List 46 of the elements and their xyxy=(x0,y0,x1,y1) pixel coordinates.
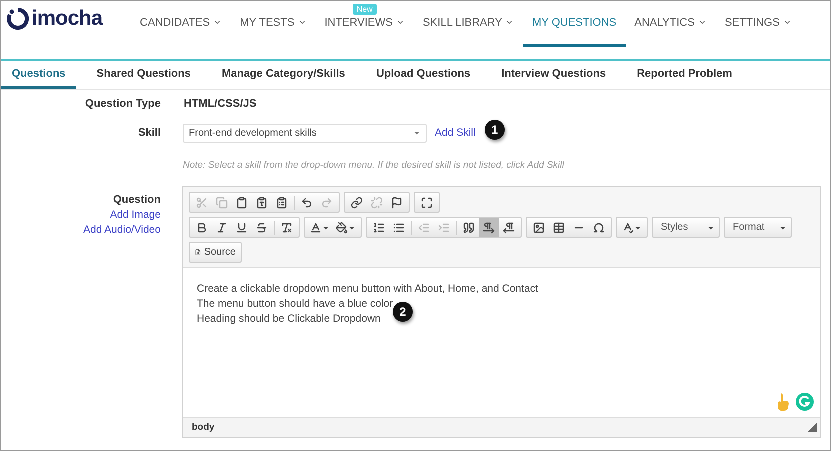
tab[interactable]: Upload Questions xyxy=(365,61,481,89)
format-dropdown[interactable]: Format xyxy=(724,217,792,238)
logo-icon xyxy=(7,8,29,30)
callout-marker: 1 xyxy=(484,120,505,140)
add-media-link[interactable]: Add Image xyxy=(110,209,161,221)
question-text: Create a clickable dropdown menu button with About, Home, and Contact xyxy=(197,283,540,295)
add-media-link[interactable]: Add Audio/Video xyxy=(84,224,161,236)
nav-item[interactable]: New INTERVIEWS xyxy=(316,1,414,47)
tab[interactable]: Manage Category/Skills xyxy=(210,61,356,89)
pointing-hand-icon xyxy=(776,393,790,411)
question-type-value: HTML/CSS/JS xyxy=(184,98,257,110)
nav-item[interactable]: CANDIDATES xyxy=(131,1,232,47)
question-text: Heading should be Clickable Dropdown xyxy=(197,313,382,325)
caret-icon xyxy=(413,129,421,137)
nav-item[interactable]: SETTINGS xyxy=(716,1,801,47)
chevron-down-icon xyxy=(298,18,307,27)
nav-item[interactable]: ANALYTICS xyxy=(626,1,716,47)
nav-item[interactable]: MY TESTS xyxy=(231,1,316,47)
chevron-down-icon xyxy=(505,18,514,27)
nav-item[interactable]: SKILL LIBRARY xyxy=(414,1,524,47)
skill-select[interactable]: Front-end development skills xyxy=(183,124,427,142)
format-dropdown[interactable]: Styles xyxy=(652,217,720,238)
chevron-down-icon xyxy=(782,18,792,27)
field-label: Question Type xyxy=(84,98,161,110)
callout-marker: 2 xyxy=(393,302,413,322)
chevron-down-icon xyxy=(698,18,707,27)
chevron-down-icon xyxy=(396,18,405,27)
field-label: Question xyxy=(113,194,161,206)
resize-handle-icon[interactable] xyxy=(808,423,817,432)
tab[interactable]: Questions xyxy=(1,61,76,89)
question-text: The menu button should have a blue color xyxy=(197,298,394,310)
source-button[interactable]: Source xyxy=(189,242,242,263)
tab[interactable]: Shared Questions xyxy=(86,61,201,89)
document-icon xyxy=(195,247,202,258)
grammar-assistant-icon xyxy=(796,393,814,411)
field-label: Skill xyxy=(137,127,161,139)
tab[interactable]: Interview Questions xyxy=(490,61,616,89)
add-skill-link[interactable]: Add Skill xyxy=(435,127,476,139)
left-to-right-icon[interactable] xyxy=(479,218,499,237)
new-badge: New xyxy=(352,4,377,15)
tab[interactable]: Reported Problem xyxy=(626,61,742,89)
chevron-down-icon xyxy=(213,18,222,27)
element-path: body xyxy=(192,422,215,433)
skill-note: Note: Select a skill from the drop-down menu. If the desired skill is not listed, click Add Skill xyxy=(183,160,564,170)
nav-item[interactable]: MY QUESTIONS xyxy=(523,1,626,47)
logo-text: imocha xyxy=(32,7,103,31)
